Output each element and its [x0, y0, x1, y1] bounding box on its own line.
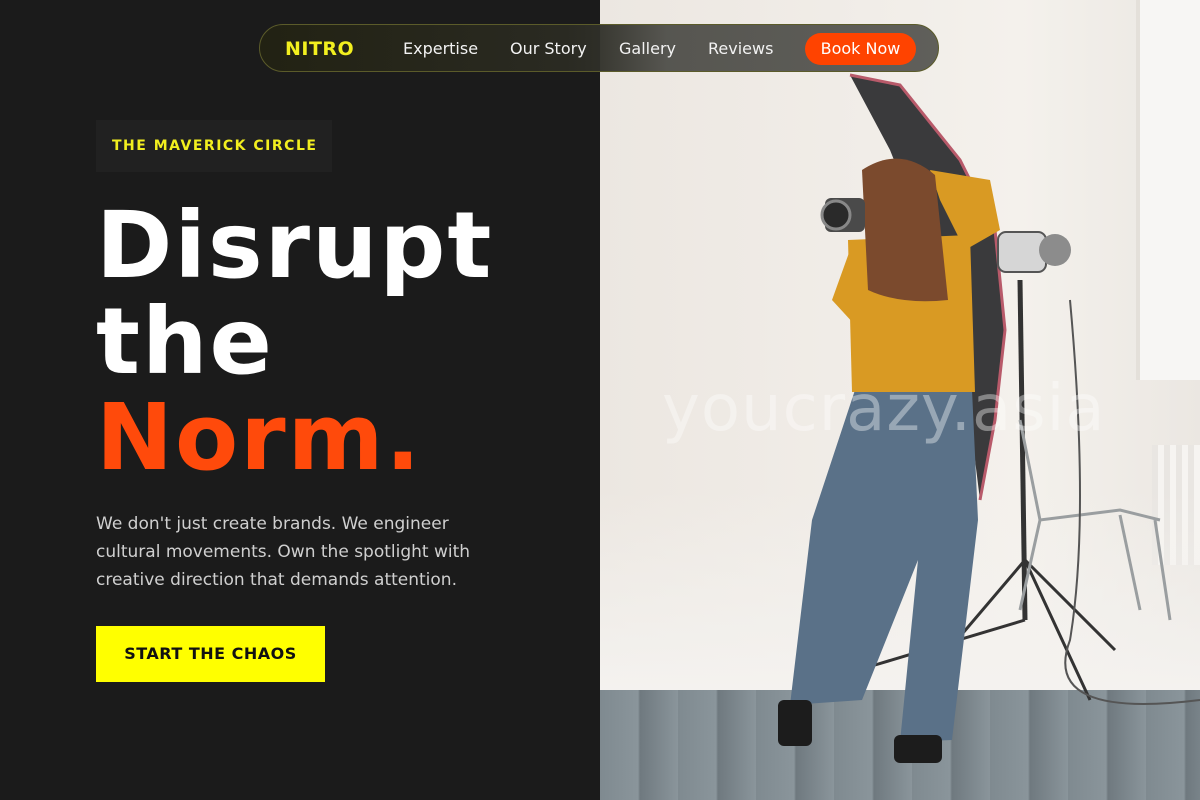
book-now-button[interactable]: Book Now: [805, 33, 916, 65]
nav-link-gallery[interactable]: Gallery: [619, 39, 676, 58]
section-tag: THE MAVERICK CIRCLE: [96, 120, 332, 172]
start-the-chaos-button[interactable]: START THE CHAOS: [96, 626, 325, 682]
hero-description: We don't just create brands. We engineer…: [96, 514, 471, 590]
watermark-text: youcrazy.asia: [662, 372, 1106, 446]
headline-line-2: the: [96, 288, 274, 395]
headline-line-1: Disrupt: [96, 192, 494, 299]
brand-logo[interactable]: NITRO: [285, 38, 354, 60]
top-navigation: NITRO Expertise Our Story Gallery Review…: [259, 24, 939, 72]
hero-photo: youcrazy.asia: [600, 0, 1200, 800]
headline-accent: Norm.: [96, 384, 423, 491]
nav-link-expertise[interactable]: Expertise: [403, 39, 478, 58]
hero-headline: Disrupt the Norm.: [96, 198, 493, 486]
nav-link-our-story[interactable]: Our Story: [510, 39, 587, 58]
nav-link-reviews[interactable]: Reviews: [708, 39, 773, 58]
